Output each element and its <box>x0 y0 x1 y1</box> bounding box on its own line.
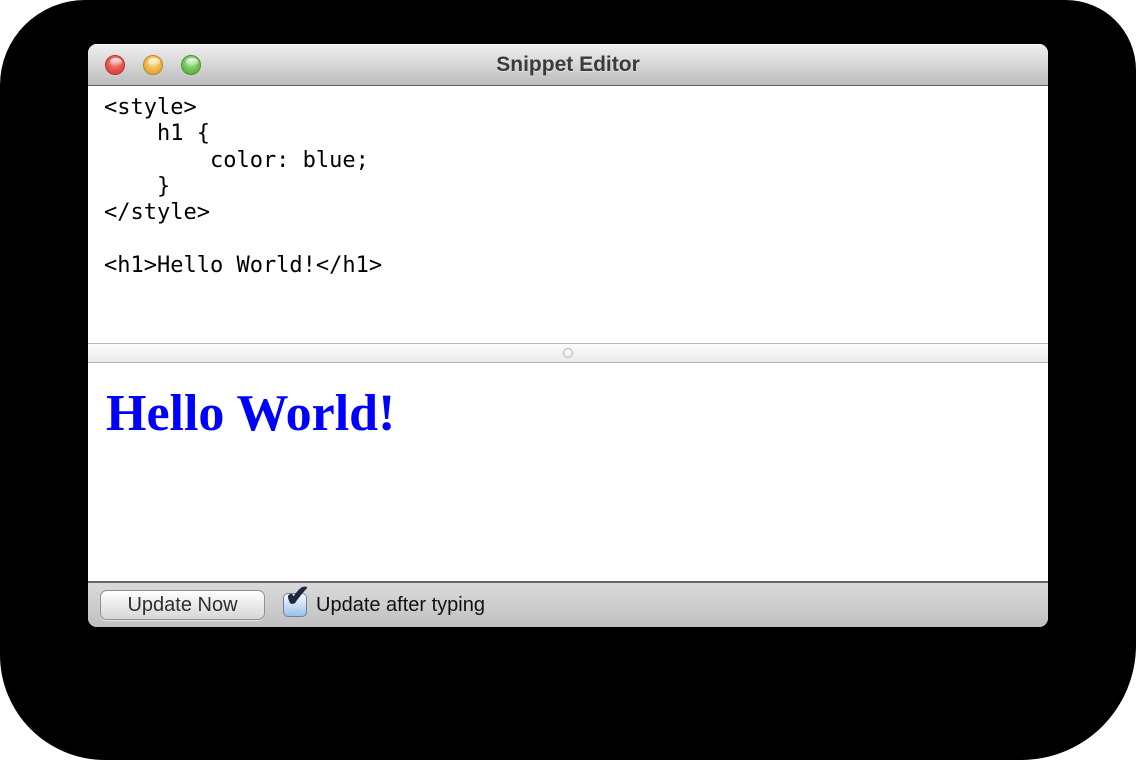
preview-heading: Hello World! <box>106 385 1048 442</box>
checkmark-icon: ✔ <box>285 582 310 612</box>
title-bar[interactable]: Snippet Editor <box>88 44 1048 86</box>
close-button[interactable] <box>105 55 125 75</box>
update-after-typing-control[interactable]: ✔ Update after typing <box>283 593 485 617</box>
window-title: Snippet Editor <box>88 44 1048 85</box>
splitter-grip-icon[interactable] <box>563 348 573 358</box>
snippet-editor-window: Snippet Editor <style> h1 { color: blue;… <box>88 44 1048 627</box>
preview-pane: Hello World! <box>88 363 1048 581</box>
zoom-button[interactable] <box>181 55 201 75</box>
bottom-toolbar: Update Now ✔ Update after typing <box>88 581 1048 627</box>
update-now-button[interactable]: Update Now <box>100 590 265 620</box>
traffic-lights <box>105 55 201 75</box>
code-editor-pane[interactable]: <style> h1 { color: blue; } </style> <h1… <box>88 86 1048 343</box>
checkbox-label[interactable]: Update after typing <box>316 594 485 617</box>
pane-splitter[interactable] <box>88 343 1048 363</box>
minimize-button[interactable] <box>143 55 163 75</box>
update-after-typing-checkbox[interactable]: ✔ <box>283 593 307 617</box>
code-text[interactable]: <style> h1 { color: blue; } </style> <h1… <box>104 95 1034 279</box>
